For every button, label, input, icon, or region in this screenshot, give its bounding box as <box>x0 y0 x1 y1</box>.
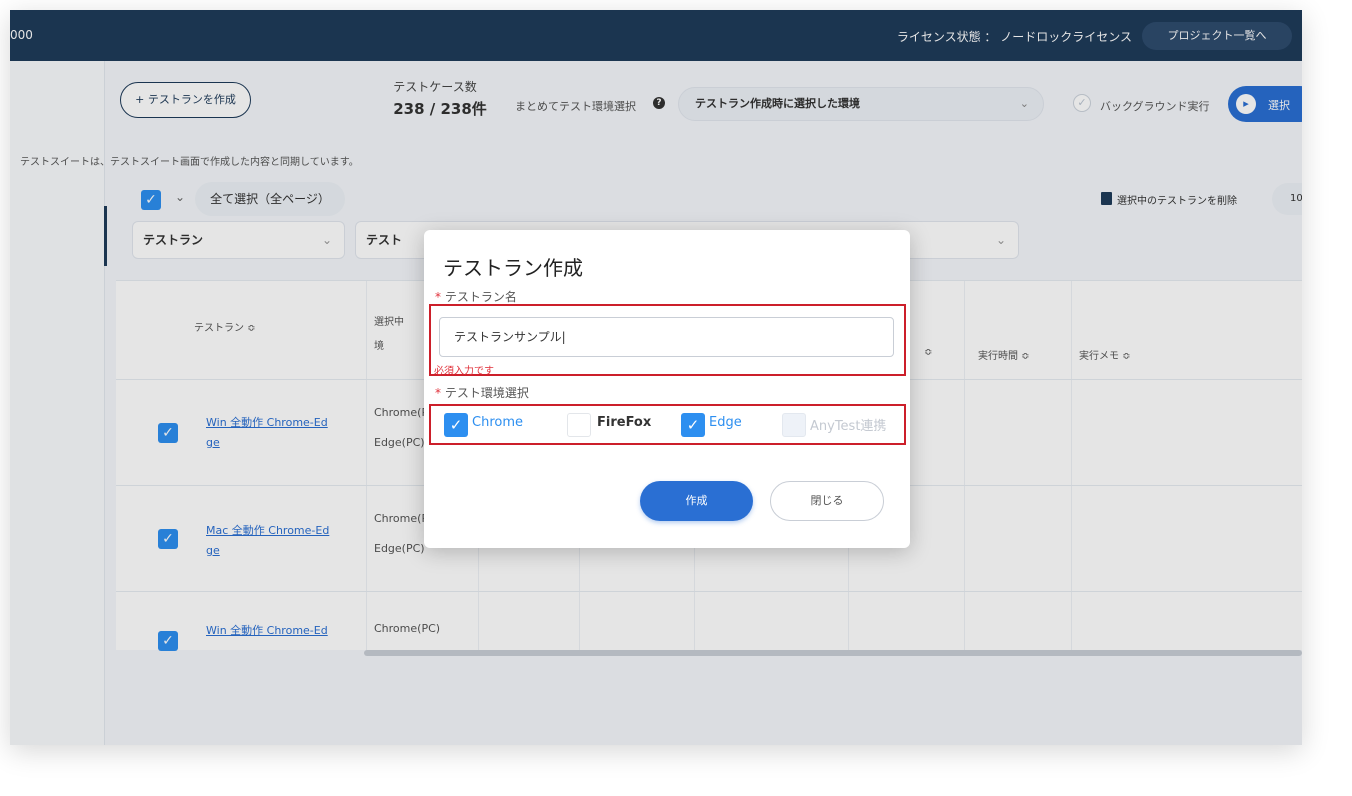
app-window: 000 ライセンス状態 ： ノードロックライセンス プロジェクト一覧へ + テス… <box>10 10 1302 745</box>
dialog-title: テストラン作成 <box>443 256 583 280</box>
env-option-label: FireFox <box>597 415 652 430</box>
create-button[interactable]: 作成 <box>640 481 753 521</box>
checkbox-unchecked-icon <box>567 413 591 437</box>
create-test-run-dialog: テストラン作成 * テストラン名 テストランサンプル| 必須入力です * テスト… <box>424 230 910 548</box>
test-run-name-input[interactable]: テストランサンプル| <box>439 317 894 357</box>
env-option-label: Edge <box>709 415 742 430</box>
required-error: 必須入力です <box>434 366 494 377</box>
close-button[interactable]: 閉じる <box>770 481 884 521</box>
test-run-name-label: * テストラン名 <box>435 290 517 304</box>
env-option-label: AnyTest連携 <box>810 419 887 434</box>
checkbox-disabled-icon <box>782 413 806 437</box>
test-env-label: * テスト環境選択 <box>435 386 529 400</box>
env-option-label: Chrome <box>472 415 523 430</box>
checkbox-checked-icon: ✓ <box>681 413 705 437</box>
checkbox-checked-icon: ✓ <box>444 413 468 437</box>
